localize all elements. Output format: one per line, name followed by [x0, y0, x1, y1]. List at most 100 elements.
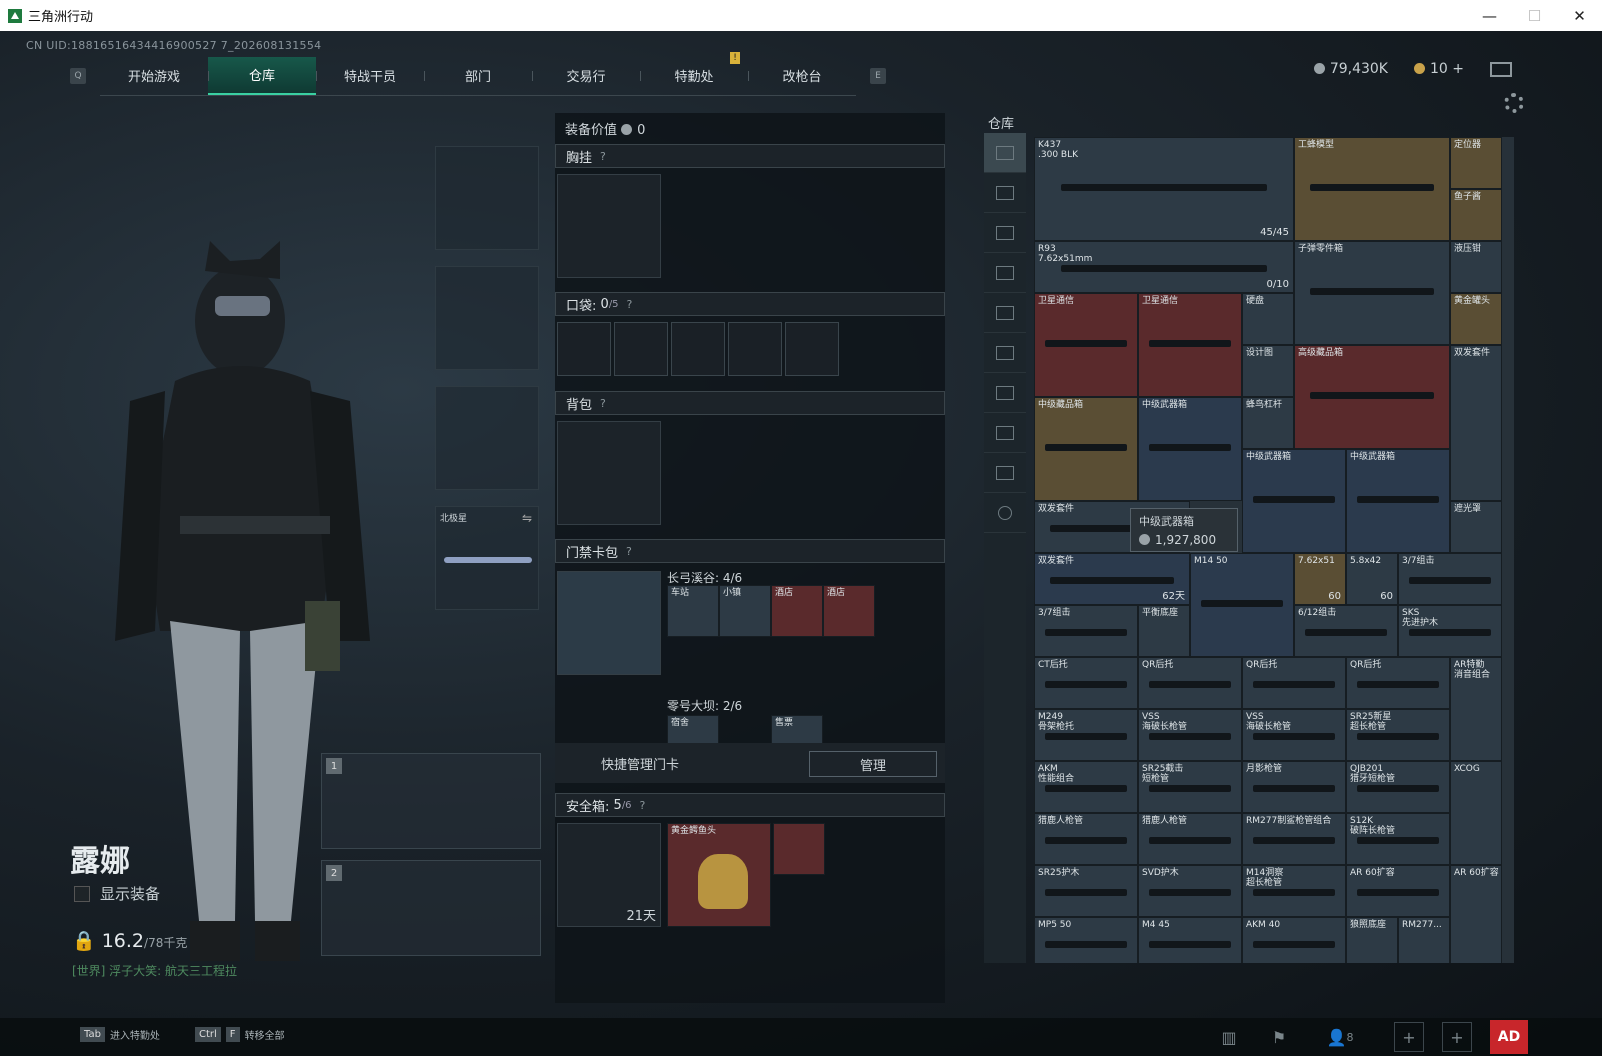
warehouse-item[interactable]: 黄金罐头 [1450, 293, 1502, 345]
keycard-item[interactable]: 酒店 [823, 585, 875, 637]
warehouse-item[interactable]: 猎鹿人枪管 [1034, 813, 1138, 865]
warehouse-item[interactable]: RM277制鲨枪管组合 [1242, 813, 1346, 865]
tab-warehouse[interactable]: 仓库 [208, 56, 316, 95]
keycard-item[interactable]: 宿舍 [667, 715, 719, 745]
maximize-button[interactable]: ☐ [1512, 0, 1557, 31]
warehouse-item[interactable]: AR 60扩容 [1450, 865, 1502, 963]
pocket-slot[interactable] [728, 322, 782, 376]
swap-icon[interactable]: ⇋ [522, 511, 532, 525]
primary-weapon-slot-1[interactable]: 1 [321, 753, 541, 849]
stats-icon[interactable]: ▥ [1214, 1022, 1244, 1052]
warehouse-item[interactable]: 月影枪管 [1242, 761, 1346, 813]
settings-gear-icon[interactable] [1504, 93, 1524, 113]
keycard-case[interactable] [557, 571, 661, 675]
warehouse-item[interactable]: 设计图 [1242, 345, 1294, 397]
warehouse-item[interactable]: CT后托 [1034, 657, 1138, 709]
warehouse-item[interactable]: 液压钳 [1450, 241, 1502, 293]
warehouse-item[interactable]: R93 7.62x51mm 0/10 [1034, 241, 1294, 293]
melee-slot[interactable]: 北极星 ⇋ [435, 506, 539, 610]
warehouse-item[interactable]: 猎鹿人枪管 [1138, 813, 1242, 865]
warehouse-item[interactable]: 3/7组击 [1398, 553, 1502, 605]
warehouse-item[interactable]: S12K 破阵长枪管 [1346, 813, 1450, 865]
warehouse-item[interactable]: QR后托 [1242, 657, 1346, 709]
warehouse-item[interactable]: 双发套件 [1450, 345, 1502, 501]
warehouse-item[interactable]: 7.62x51 60 [1294, 553, 1346, 605]
warehouse-item[interactable]: 中级武器箱 [1138, 397, 1242, 501]
mail-icon[interactable] [1490, 61, 1512, 77]
pocket-slot[interactable] [671, 322, 725, 376]
safebox-slot[interactable]: 21天 [557, 823, 661, 927]
warehouse-item[interactable]: 双发套件 62天 [1034, 553, 1190, 605]
warehouse-item[interactable]: SVD护木 [1138, 865, 1242, 917]
warehouse-item[interactable]: 子弹零件箱 [1294, 241, 1450, 345]
show-equipment-checkbox[interactable] [74, 885, 90, 902]
warehouse-page-icon[interactable] [984, 213, 1026, 253]
warehouse-item[interactable]: 中级武器箱 [1242, 449, 1346, 553]
card-item[interactable] [773, 823, 825, 875]
warehouse-item[interactable]: QR后托 [1138, 657, 1242, 709]
friends-icon[interactable]: 👤 8 [1316, 1022, 1364, 1052]
warehouse-item[interactable]: XCOG [1450, 761, 1502, 865]
warehouse-item[interactable]: M14 50 [1190, 553, 1294, 657]
manage-button[interactable]: 管理 [809, 751, 937, 777]
tab-start-game[interactable]: 开始游戏 [100, 57, 208, 95]
tab-department[interactable]: 部门 [424, 57, 532, 95]
warehouse-item[interactable]: AKM 40 [1242, 917, 1346, 963]
warehouse-item[interactable]: 中级武器箱 [1346, 449, 1450, 553]
keycard-item[interactable]: 车站 [667, 585, 719, 637]
warehouse-item[interactable]: RM277... [1398, 917, 1450, 963]
warehouse-item[interactable]: SR25截击 短枪管 [1138, 761, 1242, 813]
warehouse-page-icon[interactable] [984, 413, 1026, 453]
warehouse-item[interactable]: AR特勤 消音组合 [1450, 657, 1502, 761]
transfer-all-hint[interactable]: Ctrl F 转移全部 [195, 1027, 285, 1042]
warehouse-page-icon[interactable] [984, 333, 1026, 373]
close-button[interactable]: ✕ [1557, 0, 1602, 31]
keycard-item[interactable]: 售票 [771, 715, 823, 745]
flag-icon[interactable]: ⚑ [1264, 1022, 1294, 1052]
chest-rig-slot[interactable] [557, 174, 661, 278]
warehouse-page-icon[interactable] [984, 373, 1026, 413]
warehouse-item[interactable]: AR 60扩容 [1346, 865, 1450, 917]
enter-special-ops-hint[interactable]: Tab 进入特勤处 [80, 1027, 160, 1042]
warehouse-item[interactable]: 硬盘 [1242, 293, 1294, 345]
warehouse-item[interactable]: QR后托 [1346, 657, 1450, 709]
helmet-slot[interactable] [435, 146, 539, 250]
pistol-slot[interactable] [435, 386, 539, 490]
minimize-button[interactable]: — [1467, 0, 1512, 31]
tab-gunsmith[interactable]: 改枪台 [748, 57, 856, 95]
pocket-slot[interactable] [785, 322, 839, 376]
keycard-item[interactable]: 酒店 [771, 585, 823, 637]
keycard-item[interactable]: 小镇 [719, 585, 771, 637]
warehouse-item[interactable]: 平衡底座 [1138, 605, 1190, 657]
warehouse-settings-icon[interactable] [984, 493, 1026, 533]
warehouse-page-icon[interactable] [984, 293, 1026, 333]
warehouse-item[interactable]: 5.8x42 60 [1346, 553, 1398, 605]
ad-logo[interactable]: AD [1490, 1020, 1528, 1054]
tab-operators[interactable]: 特战干员 [316, 57, 424, 95]
tab-trade[interactable]: 交易行 [532, 57, 640, 95]
warehouse-item[interactable]: 鱼子酱 [1450, 189, 1502, 241]
add-slot-button[interactable]: + [1442, 1022, 1472, 1052]
warehouse-item[interactable]: 遮光罩 [1450, 501, 1502, 553]
backpack-slot[interactable] [557, 421, 661, 525]
warehouse-item[interactable]: M249 骨架枪托 [1034, 709, 1138, 761]
warehouse-home-icon[interactable] [984, 133, 1026, 173]
warehouse-item[interactable]: 工蜂模型 [1294, 137, 1450, 241]
nav-prev-key[interactable]: Q [70, 68, 86, 84]
world-chat[interactable]: [世界] 浮子大笑: 航天三工程拉 [72, 962, 237, 979]
warehouse-item[interactable]: 3/7组击 [1034, 605, 1138, 657]
warehouse-item[interactable]: 卫星通信 [1138, 293, 1242, 397]
armor-slot[interactable] [435, 266, 539, 370]
gold-item[interactable]: 黄金鳄鱼头 [667, 823, 771, 927]
warehouse-item[interactable]: M4 45 [1138, 917, 1242, 963]
warehouse-item[interactable]: QJB201 猎牙短枪管 [1346, 761, 1450, 813]
coin-amount[interactable]: 10 + [1413, 61, 1464, 77]
warehouse-item[interactable]: 定位器 [1450, 137, 1502, 189]
warehouse-page-icon[interactable] [984, 453, 1026, 493]
warehouse-item[interactable]: VSS 海破长枪管 [1242, 709, 1346, 761]
warehouse-item[interactable]: 蜂鸟杠杆 [1242, 397, 1294, 449]
warehouse-item[interactable]: MP5 50 [1034, 917, 1138, 963]
warehouse-item[interactable]: 中级藏品箱 [1034, 397, 1138, 501]
warehouse-item[interactable]: VSS 海破长枪管 [1138, 709, 1242, 761]
add-slot-button[interactable]: + [1394, 1022, 1424, 1052]
